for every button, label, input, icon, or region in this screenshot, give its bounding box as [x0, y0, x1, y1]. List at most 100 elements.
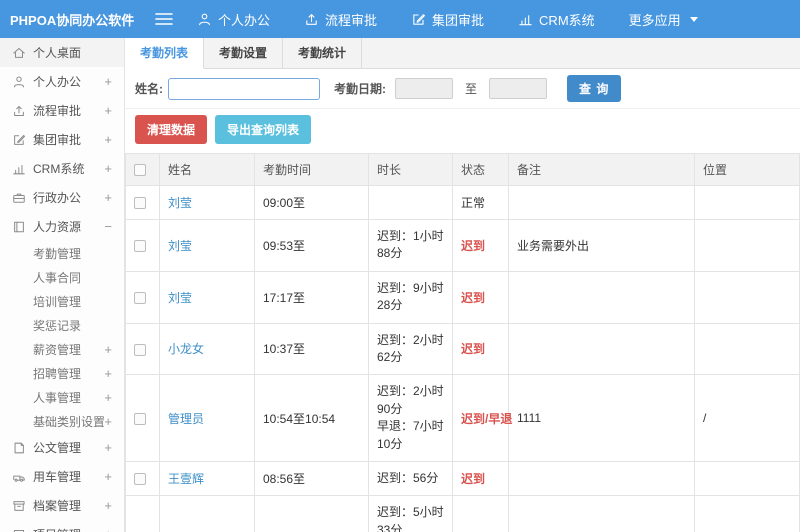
name-label: 姓名:: [135, 82, 163, 96]
expand-plus-icon[interactable]: +: [104, 528, 112, 532]
expand-plus-icon[interactable]: +: [104, 104, 112, 117]
edit-icon: [411, 12, 426, 27]
sidebar-item-3[interactable]: 流程审批 +: [0, 96, 124, 125]
status-cell: 迟到: [452, 322, 509, 376]
status-badge: 迟到: [461, 342, 486, 357]
sidebar: 个人桌面 个人办公 + 流程审批 + 集团审批 + CRM系统 + 行政办公 + 人力资源 − 考勤管理人…: [0, 38, 125, 532]
sidebar-item-8[interactable]: 公文管理 +: [0, 433, 124, 462]
expand-plus-icon[interactable]: +: [104, 343, 112, 356]
expand-plus-icon[interactable]: +: [104, 470, 112, 483]
share-icon: [12, 104, 26, 118]
status-cell: 正常: [452, 185, 509, 220]
nav-item-2[interactable]: 流程审批: [304, 10, 377, 29]
sidebar-item-7[interactable]: 人力资源 −: [0, 212, 124, 241]
sidebar-subitem-6[interactable]: 招聘管理 +: [0, 361, 124, 385]
duration-line: 早退：7小时10分: [377, 419, 444, 451]
collapse-minus-icon[interactable]: −: [104, 220, 112, 233]
clean-data-button[interactable]: 清理数据: [135, 115, 208, 144]
sidebar-item-11[interactable]: 项目管理+: [0, 520, 124, 532]
caret-down-icon: [689, 16, 698, 22]
sidebar-subitem-2[interactable]: 人事合同: [0, 265, 124, 289]
expand-plus-icon[interactable]: +: [104, 162, 112, 175]
search-button[interactable]: 查 询: [567, 75, 622, 102]
sidebar-item-label: 人力资源: [33, 220, 82, 234]
sidebar-item-5[interactable]: CRM系统 +: [0, 154, 124, 183]
sidebar-subitem-8[interactable]: 基础类别设置 +: [0, 409, 124, 433]
date-from-input[interactable]: [395, 78, 453, 99]
sidebar-item-6[interactable]: 行政办公 +: [0, 183, 124, 212]
table-row: 管理员 10:54至10:54 迟到：2小时90分 早退：7小时10分 迟到/早退 111…: [125, 374, 800, 462]
remark-cell: 1111: [508, 374, 695, 462]
table-row: 小龙女 10:37至 迟到：2小时62分 迟到: [125, 322, 800, 376]
sidebar-item-4[interactable]: 集团审批 +: [0, 125, 124, 154]
tab-1[interactable]: 考勤列表: [125, 38, 205, 69]
remark-cell: [508, 185, 695, 220]
status-cell: 迟到: [452, 460, 509, 497]
employee-name-link[interactable]: 小龙女: [168, 342, 204, 356]
row-checkbox[interactable]: [134, 412, 146, 425]
name-input[interactable]: [168, 77, 320, 100]
sidebar-item-2[interactable]: 个人办公 +: [0, 67, 124, 96]
employee-name-link[interactable]: 刘莹: [168, 291, 192, 305]
attendance-time-cell: 13:20至13:20: [254, 495, 369, 532]
menu-toggle-icon[interactable]: [155, 12, 173, 26]
sidebar-item-10[interactable]: 档案管理 +: [0, 491, 124, 520]
sidebar-subitem-4[interactable]: 奖惩记录: [0, 313, 124, 337]
nav-item-5[interactable]: 更多应用: [629, 10, 698, 29]
duration-cell: 迟到：9小时28分: [368, 270, 453, 324]
tab-3[interactable]: 考勤统计: [283, 38, 363, 68]
select-all-checkbox[interactable]: [134, 164, 146, 177]
employee-name-link[interactable]: 刘莹: [168, 239, 192, 253]
sidebar-item-9[interactable]: 用车管理 +: [0, 462, 124, 491]
remark-cell: [508, 460, 695, 497]
sidebar-item-1[interactable]: 个人桌面: [0, 38, 124, 67]
row-checkbox[interactable]: [134, 343, 146, 356]
nav-item-4[interactable]: CRM系统: [518, 10, 595, 29]
employee-name-link[interactable]: 王壹辉: [168, 472, 204, 486]
sidebar-item-label: 人事管理: [33, 390, 82, 405]
chart-icon: [518, 12, 533, 27]
employee-name-link[interactable]: 刘莹: [168, 196, 192, 210]
duration-line: 迟到：56分: [377, 470, 439, 485]
expand-plus-icon[interactable]: +: [104, 391, 112, 404]
table-row: 刘莹 17:17至 迟到：9小时28分 迟到: [125, 270, 800, 324]
sidebar-item-label: 个人办公: [33, 75, 82, 89]
sidebar-subitem-5[interactable]: 薪资管理 +: [0, 337, 124, 361]
sidebar-subitem-1[interactable]: 考勤管理: [0, 241, 124, 265]
row-checkbox[interactable]: [134, 197, 146, 210]
sidebar-item-label: 招聘管理: [33, 366, 82, 381]
tab-2[interactable]: 考勤设置: [204, 38, 284, 68]
date-to-input[interactable]: [489, 78, 548, 99]
duration-cell: 迟到：1小时88分: [368, 219, 453, 272]
expand-plus-icon[interactable]: +: [104, 133, 112, 146]
expand-plus-icon[interactable]: +: [104, 499, 112, 512]
to-label: 至: [465, 82, 478, 96]
sidebar-item-label: 奖惩记录: [33, 318, 82, 333]
project-icon: [12, 528, 26, 532]
row-checkbox[interactable]: [134, 473, 146, 486]
status-badge: 迟到: [461, 472, 486, 487]
nav-item-1[interactable]: 个人办公: [197, 10, 270, 29]
column-header: 位置: [694, 153, 800, 186]
nav-item-3[interactable]: 集团审批: [411, 10, 484, 29]
expand-plus-icon[interactable]: +: [104, 367, 112, 380]
app-logo: PHPOA协同办公软件: [10, 12, 135, 28]
location-cell: [694, 460, 800, 497]
location-cell: [694, 270, 800, 324]
duration-cell: 迟到：5小时33分早退：4小时67分: [368, 495, 453, 532]
sidebar-subitem-3[interactable]: 培训管理: [0, 289, 124, 313]
expand-plus-icon[interactable]: +: [104, 441, 112, 454]
sidebar-item-label: 公文管理: [33, 441, 82, 455]
row-checkbox[interactable]: [134, 292, 146, 304]
row-checkbox[interactable]: [134, 240, 146, 253]
sidebar-subitem-7[interactable]: 人事管理 +: [0, 385, 124, 409]
expand-plus-icon[interactable]: +: [104, 415, 112, 428]
export-list-button[interactable]: 导出查询列表: [215, 115, 312, 144]
attendance-time-cell: 09:00至: [254, 185, 369, 220]
remark-cell: 业务需要外出: [508, 219, 695, 272]
duration-line: 迟到：2小时90分: [377, 384, 444, 416]
sidebar-item-label: 行政办公: [33, 191, 82, 205]
employee-name-link[interactable]: 管理员: [168, 412, 204, 426]
expand-plus-icon[interactable]: +: [104, 75, 112, 88]
expand-plus-icon[interactable]: +: [104, 191, 112, 204]
